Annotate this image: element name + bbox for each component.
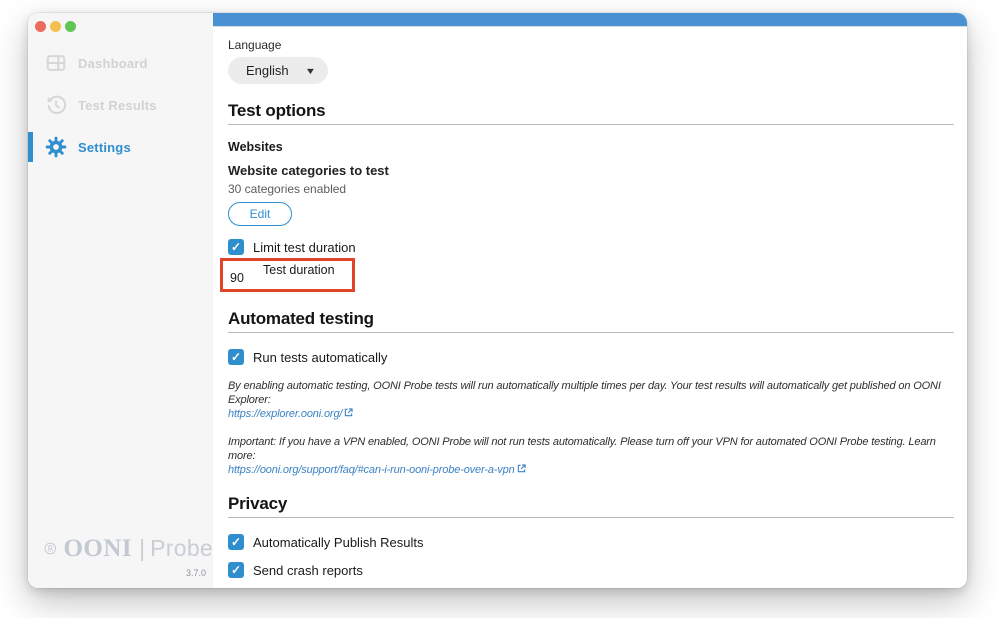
crash-reports-row: ✓ Send crash reports	[228, 562, 954, 578]
language-label: Language	[228, 38, 282, 52]
gear-icon	[45, 136, 67, 158]
sidebar-item-label: Test Results	[78, 97, 157, 113]
check-icon: ✓	[230, 535, 242, 549]
app-window: Dashboard Test Results Settings OONI | P…	[28, 13, 967, 588]
header-bar	[213, 13, 967, 27]
test-duration-input[interactable]: Test duration 90	[223, 261, 352, 289]
crash-reports-label: Send crash reports	[253, 562, 363, 578]
limit-test-duration-row: ✓ Limit test duration	[228, 239, 954, 255]
language-select[interactable]: English ▼	[228, 57, 328, 84]
publish-results-label: Automatically Publish Results	[253, 534, 424, 550]
sidebar-item-test-results[interactable]: Test Results	[28, 92, 213, 118]
dashboard-icon	[46, 55, 66, 71]
logo-brand-text: OONI	[63, 534, 133, 562]
websites-title: Websites	[228, 140, 283, 154]
zoom-button[interactable]	[65, 21, 76, 32]
sidebar-item-label: Settings	[78, 139, 131, 155]
categories-enabled-status: 30 categories enabled	[228, 182, 347, 196]
history-icon	[47, 95, 67, 115]
limit-test-duration-label: Limit test duration	[253, 239, 356, 255]
close-button[interactable]	[35, 21, 46, 32]
section-divider	[228, 332, 954, 333]
main-panel: Language English ▼ Test options Websites…	[213, 13, 967, 588]
privacy-heading: Privacy	[228, 494, 288, 513]
sidebar-version: 3.7.0	[185, 568, 206, 578]
run-tests-automatically-checkbox[interactable]: ✓	[228, 349, 244, 365]
ooni-logo: OONI | Probe 3.7.0	[28, 532, 213, 578]
publish-results-checkbox[interactable]: ✓	[228, 534, 244, 550]
sidebar: Dashboard Test Results Settings OONI | P…	[28, 13, 213, 588]
annotation-highlight-box: Test duration 90	[220, 258, 355, 292]
logo-product-text: Probe	[150, 535, 213, 561]
test-options-heading: Test options	[228, 101, 326, 120]
settings-content: Language English ▼ Test options Websites…	[213, 27, 967, 588]
website-categories-label: Website categories to test	[228, 163, 389, 178]
publish-results-row: ✓ Automatically Publish Results	[228, 534, 954, 550]
ooni-octopus-icon	[44, 542, 56, 555]
external-link-icon	[517, 463, 526, 472]
section-divider	[228, 124, 954, 125]
automated-testing-description: By enabling automatic testing, OONI Prob…	[228, 380, 941, 406]
vpn-warning-description: Important: If you have a VPN enabled, OO…	[228, 436, 936, 462]
crash-reports-checkbox[interactable]: ✓	[228, 562, 244, 578]
chevron-down-icon: ▼	[304, 65, 317, 76]
window-controls	[28, 13, 213, 32]
external-link-icon	[345, 407, 353, 416]
vpn-faq-link[interactable]: https://ooni.org/support/faq/#can-i-run-…	[228, 463, 515, 477]
check-icon: ✓	[230, 350, 242, 364]
check-icon: ✓	[230, 240, 242, 254]
minimize-button[interactable]	[50, 21, 61, 32]
logo-separator: |	[139, 535, 146, 561]
sidebar-item-label: Dashboard	[78, 55, 148, 71]
run-tests-automatically-row: ✓ Run tests automatically	[228, 349, 954, 365]
test-duration-label: Test duration	[263, 263, 335, 277]
test-duration-value: 90	[230, 271, 244, 285]
sidebar-nav: Dashboard Test Results Settings	[28, 50, 213, 162]
sidebar-item-settings[interactable]: Settings	[28, 132, 213, 162]
sidebar-item-dashboard[interactable]: Dashboard	[28, 50, 213, 76]
language-selected-value: English	[246, 63, 289, 78]
run-tests-automatically-label: Run tests automatically	[253, 349, 388, 365]
automated-testing-heading: Automated testing	[228, 309, 374, 328]
check-icon: ✓	[230, 563, 242, 577]
section-divider	[228, 517, 954, 518]
limit-test-duration-checkbox[interactable]: ✓	[228, 239, 244, 255]
edit-categories-button[interactable]: Edit	[228, 202, 292, 226]
explorer-link[interactable]: https://explorer.ooni.org/	[228, 407, 342, 421]
